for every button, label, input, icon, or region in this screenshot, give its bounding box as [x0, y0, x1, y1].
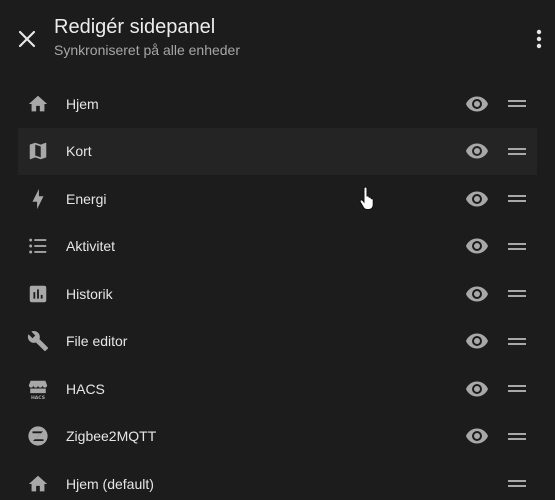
drag-handle[interactable]: [506, 93, 528, 115]
list-item-label: File editor: [66, 333, 128, 350]
list-item[interactable]: Hjem (default): [18, 460, 537, 500]
dialog-title: Redigér sidepanel: [54, 16, 216, 38]
list-item-label: Hjem (default): [66, 475, 154, 492]
map-icon: [27, 140, 49, 162]
eye-icon: [466, 428, 488, 444]
drag-handle-icon: [508, 385, 526, 388]
drag-handle-icon: [508, 147, 526, 150]
drag-handle[interactable]: [506, 378, 528, 400]
drag-handle-icon: [508, 337, 526, 340]
list-item-label: Aktivitet: [66, 238, 116, 255]
format-list-bulleted-icon: [27, 235, 49, 257]
list-item[interactable]: File editor: [18, 318, 537, 366]
visibility-toggle[interactable]: [464, 376, 490, 402]
visibility-toggle[interactable]: [464, 423, 490, 449]
eye-icon: [466, 333, 488, 349]
drag-handle[interactable]: [506, 188, 528, 210]
list-item[interactable]: HACS HACS: [18, 365, 537, 413]
wrench-icon: [27, 330, 49, 352]
chart-box-icon: [27, 283, 49, 305]
list-item-label: Historik: [66, 285, 113, 302]
dialog-header: Redigér sidepanel Synkroniseret på alle …: [0, 0, 555, 76]
list-item[interactable]: Aktivitet: [18, 223, 537, 271]
list-item[interactable]: Zigbee2MQTT: [18, 413, 537, 461]
dots-vertical-icon: [536, 29, 542, 49]
hacs-store-icon: HACS: [27, 378, 49, 400]
eye-icon: [466, 238, 488, 254]
eye-icon: [466, 381, 488, 397]
drag-handle[interactable]: [506, 140, 528, 162]
sidebar-items-list: Hjem Kort Energi Aktivitet Historik File…: [18, 80, 537, 500]
home-icon: [27, 93, 49, 115]
drag-handle-icon: [508, 432, 526, 435]
drag-handle[interactable]: [506, 473, 528, 495]
visibility-toggle[interactable]: [464, 233, 490, 259]
visibility-toggle[interactable]: [464, 281, 490, 307]
drag-handle[interactable]: [506, 425, 528, 447]
visibility-toggle[interactable]: [464, 328, 490, 354]
overflow-menu-button[interactable]: [527, 24, 551, 54]
close-button[interactable]: [12, 24, 42, 54]
svg-text:HACS: HACS: [31, 395, 45, 400]
eye-icon: [466, 143, 488, 159]
visibility-toggle[interactable]: [464, 138, 490, 164]
list-item[interactable]: Hjem: [18, 80, 537, 128]
eye-icon: [466, 96, 488, 112]
drag-handle-icon: [508, 480, 526, 483]
list-item[interactable]: Kort: [18, 127, 537, 175]
drag-handle-icon: [508, 100, 526, 103]
close-icon: [18, 30, 36, 48]
list-item-label: Hjem: [66, 95, 99, 112]
lightning-bolt-icon: [27, 188, 49, 210]
dialog-subtitle: Synkroniseret på alle enheder: [54, 42, 241, 58]
drag-handle[interactable]: [506, 235, 528, 257]
list-item-label: Zigbee2MQTT: [66, 428, 157, 445]
drag-handle[interactable]: [506, 330, 528, 352]
list-item-label: HACS: [66, 380, 105, 397]
list-item[interactable]: Historik: [18, 270, 537, 318]
drag-handle-icon: [508, 195, 526, 198]
drag-handle-icon: [508, 290, 526, 293]
visibility-toggle[interactable]: [464, 186, 490, 212]
home-icon: [27, 473, 49, 495]
eye-icon: [466, 191, 488, 207]
hand-pointer-cursor-icon: [359, 186, 374, 210]
list-item-label: Energi: [66, 190, 107, 207]
edit-sidebar-dialog: Redigér sidepanel Synkroniseret på alle …: [0, 0, 555, 500]
list-item[interactable]: Energi: [18, 175, 537, 223]
zigbee-icon: [27, 425, 49, 447]
list-item-label: Kort: [66, 143, 92, 160]
drag-handle[interactable]: [506, 283, 528, 305]
visibility-toggle[interactable]: [464, 91, 490, 117]
drag-handle-icon: [508, 242, 526, 245]
eye-icon: [466, 286, 488, 302]
